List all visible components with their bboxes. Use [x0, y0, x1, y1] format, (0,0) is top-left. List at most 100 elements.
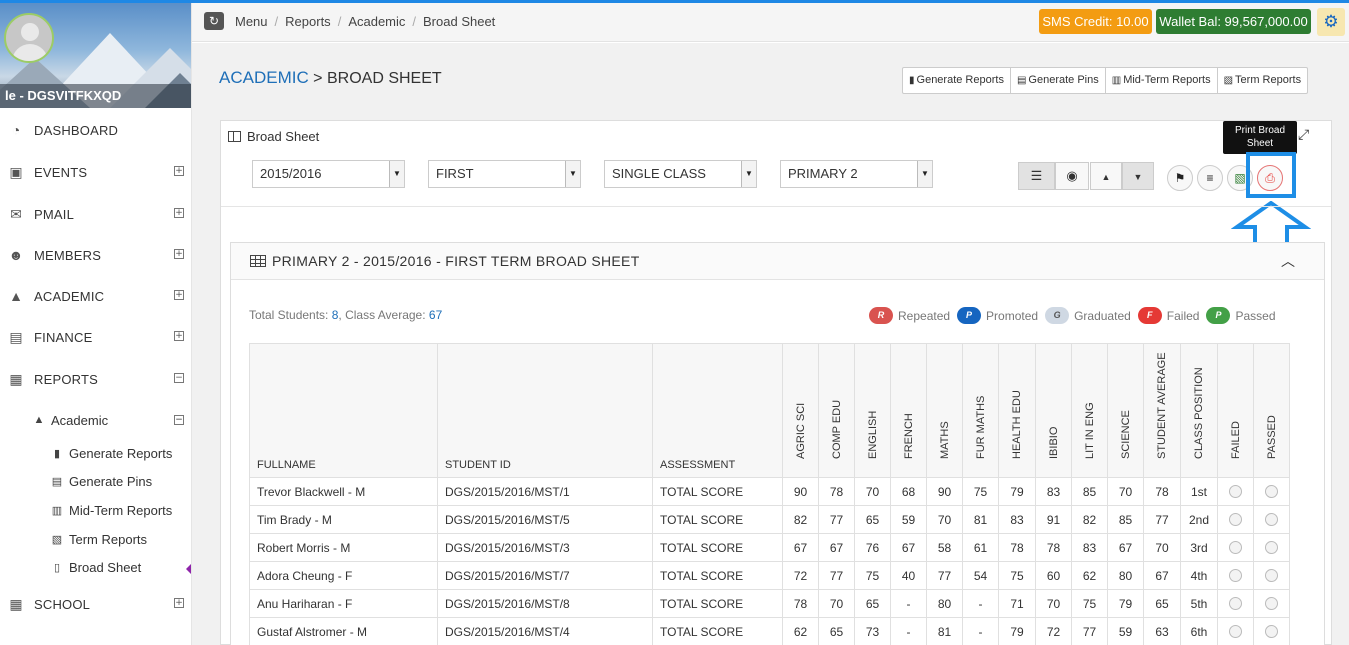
column-header: ENGLISH: [854, 343, 891, 478]
failed-radio[interactable]: [1229, 596, 1242, 610]
table-row: Adora Cheung - F DGS/2015/2016/MST/7 TOTAL…: [249, 561, 1290, 590]
generate-pins-button[interactable]: ▤ Generate Pins: [1011, 68, 1106, 93]
profile-name[interactable]: le - DGSVITFKXQD: [0, 84, 191, 108]
refresh-icon[interactable]: ↻: [204, 12, 224, 30]
passed-radio[interactable]: [1265, 484, 1278, 498]
chevron-up-icon[interactable]: ︿: [1281, 251, 1295, 271]
table-cell: 78: [1143, 477, 1181, 506]
table-cell: 85: [1107, 505, 1144, 534]
generate-reports-icon: ▮: [53, 447, 61, 460]
table-cell: 79: [998, 617, 1036, 645]
fullscreen-icon[interactable]: ⤢: [1298, 126, 1309, 143]
table-cell: 67: [890, 533, 927, 562]
sidebar-item-term-reports[interactable]: ▧ Term Reports: [50, 529, 147, 549]
avatar[interactable]: [4, 13, 54, 63]
passed-radio[interactable]: [1265, 568, 1278, 582]
chevron-down-icon: ▼: [741, 161, 756, 187]
table-cell: 65: [1143, 589, 1181, 618]
sidebar-item-label: DASHBOARD: [34, 122, 119, 138]
sidebar-item-mid-term-reports[interactable]: ▥ Mid-Term Reports: [50, 500, 173, 520]
wallet-balance-badge[interactable]: Wallet Bal: 99,567,000.00: [1156, 9, 1311, 34]
sidebar-item-school[interactable]: ▦ SCHOOL +: [0, 593, 191, 615]
table-cell: 71: [998, 589, 1036, 618]
sidebar-item-generate-reports[interactable]: ▮ Generate Reports: [50, 443, 172, 463]
expand-icon[interactable]: +: [174, 249, 184, 259]
caret-down-icon: ▼: [1133, 172, 1143, 182]
failed-radio[interactable]: [1229, 512, 1242, 526]
breadcrumb-item[interactable]: Reports: [285, 14, 331, 29]
mid-term-reports-button[interactable]: ▥ Mid-Term Reports: [1106, 68, 1218, 93]
table-cell: [1253, 561, 1290, 590]
flag-button[interactable]: ⚑: [1167, 165, 1193, 191]
select-value: 2015/2016: [260, 166, 322, 181]
legend-chip: G: [1045, 307, 1070, 324]
column-header-text: ENGLISH: [866, 410, 879, 459]
sidebar-item-pmail[interactable]: ✉ PMAIL +: [0, 203, 191, 225]
mail-icon: ✉: [10, 206, 22, 222]
breadcrumb-item[interactable]: Menu: [235, 14, 268, 29]
passed-radio[interactable]: [1265, 512, 1278, 526]
column-header-text: IBIBIO: [1047, 426, 1060, 459]
sidebar-item-dashboard[interactable]: ◔ DASHBOARD: [0, 119, 191, 141]
term-reports-button[interactable]: ▧ Term Reports: [1218, 68, 1307, 93]
settings-cogs-icon[interactable]: ⚙: [1317, 8, 1345, 36]
passed-radio[interactable]: [1265, 540, 1278, 554]
expand-icon[interactable]: +: [174, 331, 184, 341]
list-view-button[interactable]: ☰: [1018, 162, 1055, 190]
collapse-icon[interactable]: −: [174, 415, 184, 425]
sidebar-item-reports[interactable]: ▦ REPORTS −: [0, 368, 191, 390]
sidebar-subgroup-academic[interactable]: ▲ Academic −: [32, 410, 191, 430]
collapse-icon[interactable]: −: [174, 373, 184, 383]
sort-descending-button[interactable]: ▼: [1122, 162, 1154, 190]
sidebar-item-events[interactable]: ▣ EVENTS +: [0, 161, 191, 183]
legend-label: Promoted: [986, 308, 1039, 323]
sort-ascending-button[interactable]: ▲: [1090, 162, 1122, 190]
menu-button[interactable]: ≡: [1197, 165, 1223, 191]
table-cell: [1253, 477, 1290, 506]
failed-radio[interactable]: [1229, 568, 1242, 582]
session-select[interactable]: 2015/2016 ▼: [252, 160, 405, 188]
sidebar-item-label: Generate Reports: [69, 445, 173, 461]
sms-credit-badge[interactable]: SMS Credit: 10.00: [1039, 9, 1152, 34]
table-cell: 62: [782, 617, 819, 645]
column-header: MATHS: [926, 343, 963, 478]
sidebar-item-label: PMAIL: [34, 206, 75, 222]
passed-radio[interactable]: [1265, 624, 1278, 638]
table-cell: 59: [1107, 617, 1144, 645]
expand-icon[interactable]: +: [174, 166, 184, 176]
flag-icon: ⚑: [1174, 171, 1186, 185]
breadcrumb-separator: /: [412, 14, 417, 29]
expand-icon[interactable]: +: [174, 290, 184, 300]
avatar-head: [21, 23, 39, 41]
passed-radio[interactable]: [1265, 596, 1278, 610]
stats-view-button[interactable]: ◉: [1055, 162, 1089, 190]
failed-radio[interactable]: [1229, 540, 1242, 554]
money-icon: ▤: [9, 329, 23, 345]
table-cell: 4th: [1180, 561, 1218, 590]
sidebar-item-label: FINANCE: [34, 329, 93, 345]
sidebar-item-broad-sheet[interactable]: ▯ Broad Sheet: [50, 557, 141, 577]
sidebar-item-members[interactable]: ☻ MEMBERS +: [0, 244, 191, 266]
sidebar-item-academic[interactable]: ▲ ACADEMIC +: [0, 285, 191, 307]
table-cell: 80: [926, 589, 963, 618]
select-value: PRIMARY 2: [788, 166, 858, 181]
table-cell: 77: [1143, 505, 1181, 534]
breadcrumb-item[interactable]: Academic: [348, 14, 405, 29]
sidebar-item-finance[interactable]: ▤ FINANCE +: [0, 326, 191, 348]
table-cell: 65: [854, 505, 891, 534]
sidebar-item-generate-pins[interactable]: ▤ Generate Pins: [50, 471, 152, 491]
failed-radio[interactable]: [1229, 624, 1242, 638]
generate-reports-button[interactable]: ▮ Generate Reports: [903, 68, 1011, 93]
table-cell: 81: [962, 505, 999, 534]
column-header: FUR MATHS: [962, 343, 999, 478]
class-select[interactable]: PRIMARY 2 ▼: [780, 160, 933, 188]
term-select[interactable]: FIRST ▼: [428, 160, 581, 188]
column-header-text: STUDENT AVERAGE: [1156, 352, 1168, 459]
column-header-text: LIT IN ENG: [1083, 402, 1096, 459]
expand-icon[interactable]: +: [174, 208, 184, 218]
expand-icon[interactable]: +: [174, 598, 184, 608]
legend-label: Repeated: [898, 308, 951, 323]
table-cell: Robert Morris - M: [249, 533, 438, 562]
mode-select[interactable]: SINGLE CLASS ▼: [604, 160, 757, 188]
failed-radio[interactable]: [1229, 484, 1242, 498]
